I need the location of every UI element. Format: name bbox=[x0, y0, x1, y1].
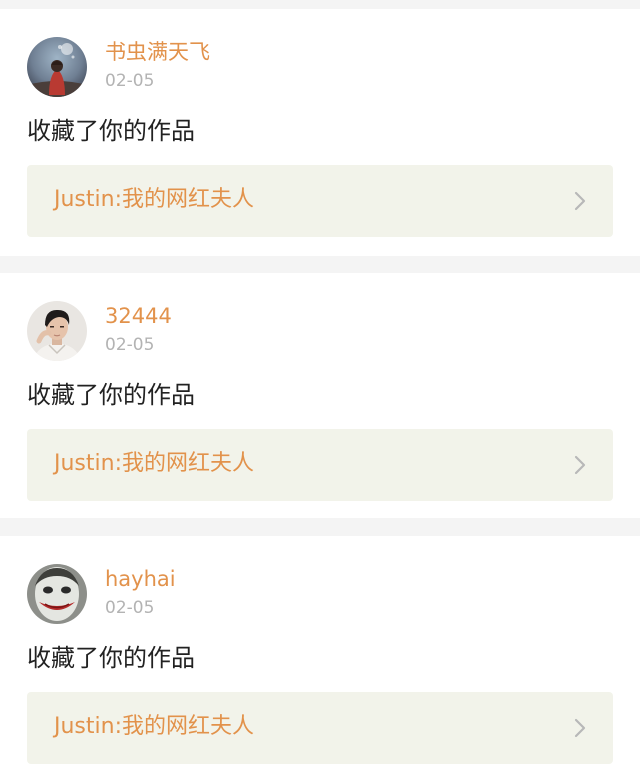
notification-card: hayhai 02-05 收藏了你的作品 Justin:我的网红夫人 bbox=[0, 536, 640, 773]
timestamp: 02-05 bbox=[105, 598, 155, 618]
notification-card: 书虫满天飞 02-05 收藏了你的作品 Justin:我的网红夫人 bbox=[0, 9, 640, 256]
user-avatar[interactable] bbox=[27, 301, 87, 361]
notification-card: 32444 02-05 收藏了你的作品 Justin:我的网红夫人 bbox=[0, 273, 640, 518]
avatar-man-icon bbox=[27, 301, 87, 361]
username[interactable]: 书虫满天飞 bbox=[105, 42, 210, 63]
chevron-right-icon bbox=[574, 718, 586, 738]
work-title: Justin:我的网红夫人 bbox=[54, 451, 254, 476]
action-text: 收藏了你的作品 bbox=[27, 644, 195, 672]
work-link[interactable]: Justin:我的网红夫人 bbox=[27, 429, 613, 501]
action-text: 收藏了你的作品 bbox=[27, 381, 195, 409]
work-link[interactable]: Justin:我的网红夫人 bbox=[27, 165, 613, 237]
chevron-right-icon bbox=[574, 455, 586, 475]
username[interactable]: 32444 bbox=[105, 306, 172, 327]
user-avatar[interactable] bbox=[27, 564, 87, 624]
timestamp: 02-05 bbox=[105, 335, 155, 355]
username[interactable]: hayhai bbox=[105, 569, 176, 590]
work-title: Justin:我的网红夫人 bbox=[54, 187, 254, 212]
notification-feed: 书虫满天飞 02-05 收藏了你的作品 Justin:我的网红夫人 32444 … bbox=[0, 0, 640, 773]
user-avatar[interactable] bbox=[27, 37, 87, 97]
action-text: 收藏了你的作品 bbox=[27, 117, 195, 145]
work-title: Justin:我的网红夫人 bbox=[54, 714, 254, 739]
avatar-joker-icon bbox=[27, 564, 87, 624]
chevron-right-icon bbox=[574, 191, 586, 211]
avatar-girl-icon bbox=[27, 37, 87, 97]
work-link[interactable]: Justin:我的网红夫人 bbox=[27, 692, 613, 764]
timestamp: 02-05 bbox=[105, 71, 155, 91]
